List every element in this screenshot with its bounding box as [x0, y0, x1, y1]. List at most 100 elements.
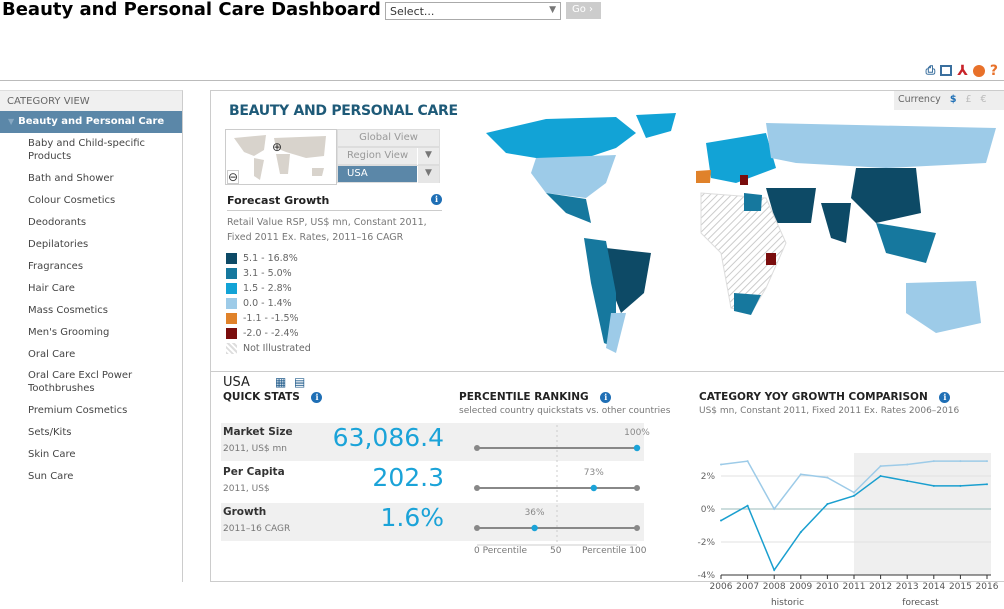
x-tick-label: 2008	[763, 582, 786, 592]
data-point	[879, 475, 882, 477]
data-point	[853, 494, 855, 497]
go-button[interactable]: Go ›	[566, 2, 601, 19]
sidebar: CATEGORY VIEW ▼ Beauty and Personal Care …	[0, 90, 183, 582]
data-point	[986, 483, 988, 486]
percentile-label: 36%	[525, 508, 545, 518]
zoom-in-icon[interactable]: ⊕	[272, 140, 282, 154]
sidebar-item[interactable]: Hair Care	[0, 277, 182, 299]
x-tick-label: 2012	[869, 582, 892, 592]
x-tick-label: 2015	[949, 582, 972, 592]
help-icon[interactable]: ?	[990, 63, 998, 79]
percentile-max-dot	[634, 525, 640, 531]
region-view-dropdown[interactable]: Region View ▼	[337, 147, 440, 165]
data-point	[959, 460, 962, 463]
percentile-subtitle: selected country quickstats vs. other co…	[459, 406, 671, 416]
currency-eur[interactable]: €	[980, 94, 986, 107]
stat-label: Market Size	[223, 426, 293, 438]
country-egypt	[744, 193, 762, 211]
sidebar-item[interactable]: Oral Care Excl Power Toothbrushes	[0, 365, 160, 399]
sidebar-item[interactable]: Bath and Shower	[0, 167, 182, 189]
data-point	[906, 463, 909, 466]
chevron-down-icon: ▼	[549, 5, 556, 15]
list-view-icon[interactable]: ▤	[294, 375, 305, 389]
percentile-title: PERCENTILE RANKING i	[459, 391, 612, 403]
quick-stats-title: QUICK STATS i	[223, 391, 323, 403]
y-tick-label: 0%	[701, 505, 716, 515]
yoy-growth-chart: 2% 0% -2% -4%2006 2007 2008 2009 2010 2011 2012 20…	[697, 453, 999, 608]
legend-item: 0.0 - 1.4%	[226, 296, 311, 311]
sidebar-item[interactable]: Skin Care	[0, 443, 182, 465]
sidebar-item[interactable]: Deodorants	[0, 211, 182, 233]
sidebar-item[interactable]: Mass Cosmetics	[0, 299, 182, 321]
grid-view-icon[interactable]: ▦	[275, 375, 286, 389]
info-icon[interactable]: i	[431, 194, 442, 205]
x-tick-label: 2009	[789, 582, 812, 592]
percentile-title-text: PERCENTILE RANKING	[459, 391, 589, 403]
legend-swatch	[226, 268, 237, 279]
forecast-subtitle: Retail Value RSP, US$ mn, Constant 2011,…	[227, 217, 427, 243]
forecast-title-text: Forecast Growth	[227, 194, 330, 207]
sidebar-item[interactable]: Fragrances	[0, 255, 182, 277]
currency-gbp[interactable]: £	[965, 94, 971, 107]
triangle-icon: ▼	[8, 117, 15, 126]
stat-row: Market Size 2011, US$ mn 63,086.4	[221, 423, 444, 461]
image-icon[interactable]	[940, 65, 953, 76]
zoom-out-icon[interactable]: ⊖	[227, 170, 240, 184]
legend-swatch	[226, 343, 237, 354]
region-southeast-asia	[876, 223, 936, 263]
category-select[interactable]: Select... ▼	[385, 2, 561, 20]
country-india	[821, 203, 851, 243]
mini-map[interactable]: ⊕ ⊖	[225, 129, 337, 185]
pdf-icon[interactable]: ⅄	[957, 63, 968, 79]
stat-value: 1.6%	[380, 503, 444, 532]
stat-label: Per Capita	[223, 466, 285, 478]
region-view-label: Region View	[347, 150, 409, 161]
data-point	[932, 484, 935, 487]
x-tick-label: 2007	[736, 582, 759, 592]
x-tick-label: 2016	[976, 582, 999, 592]
y-tick-label: -4%	[697, 571, 715, 581]
info-icon[interactable]: i	[311, 392, 323, 403]
quick-stats-text: QUICK STATS	[223, 391, 300, 403]
currency-usd[interactable]: $	[950, 94, 957, 107]
currency-selector: Currency $ £ €	[894, 91, 1004, 110]
divider	[0, 80, 1004, 81]
data-point	[799, 531, 802, 534]
legend-item: 5.1 - 16.8%	[226, 251, 311, 266]
sidebar-item[interactable]: Baby and Child-specific Products	[0, 133, 160, 167]
print-icon[interactable]: ⎙	[926, 63, 936, 79]
x-tick-label: 2006	[710, 582, 733, 592]
sidebar-item-selected[interactable]: ▼ Beauty and Personal Care	[0, 111, 182, 133]
chart-export-icon[interactable]	[972, 65, 985, 77]
percentile-min-dot	[474, 485, 480, 491]
stat-unit: 2011, US$ mn	[223, 444, 287, 454]
sidebar-item[interactable]: Sun Care	[0, 465, 182, 487]
percentile-min-dot	[474, 445, 480, 451]
x-tick-label: 2010	[816, 582, 839, 592]
chevron-down-icon: ▼	[417, 166, 439, 183]
sidebar-item[interactable]: Premium Cosmetics	[0, 399, 182, 421]
sidebar-item[interactable]: Sets/Kits	[0, 421, 182, 443]
stat-label: Growth	[223, 506, 267, 518]
percentile-marker	[633, 444, 641, 452]
data-point	[826, 476, 829, 479]
percentile-axis-min: 0 Percentile	[474, 546, 527, 556]
global-view-button[interactable]: Global View	[337, 129, 440, 147]
legend-label: 0.0 - 1.4%	[243, 298, 292, 309]
sidebar-item[interactable]: Oral Care	[0, 343, 182, 365]
legend-item: -1.1 - -1.5%	[226, 311, 311, 326]
legend-label: -1.1 - -1.5%	[243, 313, 299, 324]
percentile-label: 73%	[584, 468, 604, 478]
percentile-marker	[531, 524, 538, 532]
country-dropdown[interactable]: USA ▼	[337, 165, 440, 183]
sidebar-item[interactable]: Depilatories	[0, 233, 182, 255]
legend-label: 3.1 - 5.0%	[243, 268, 292, 279]
stats-country: USA	[223, 375, 250, 390]
sidebar-item[interactable]: Colour Cosmetics	[0, 189, 182, 211]
country-greece	[740, 175, 748, 185]
data-point	[906, 479, 909, 482]
info-icon[interactable]: i	[600, 392, 612, 403]
sidebar-item[interactable]: Men's Grooming	[0, 321, 182, 343]
country-greenland	[636, 113, 676, 138]
world-map[interactable]	[466, 113, 1004, 368]
